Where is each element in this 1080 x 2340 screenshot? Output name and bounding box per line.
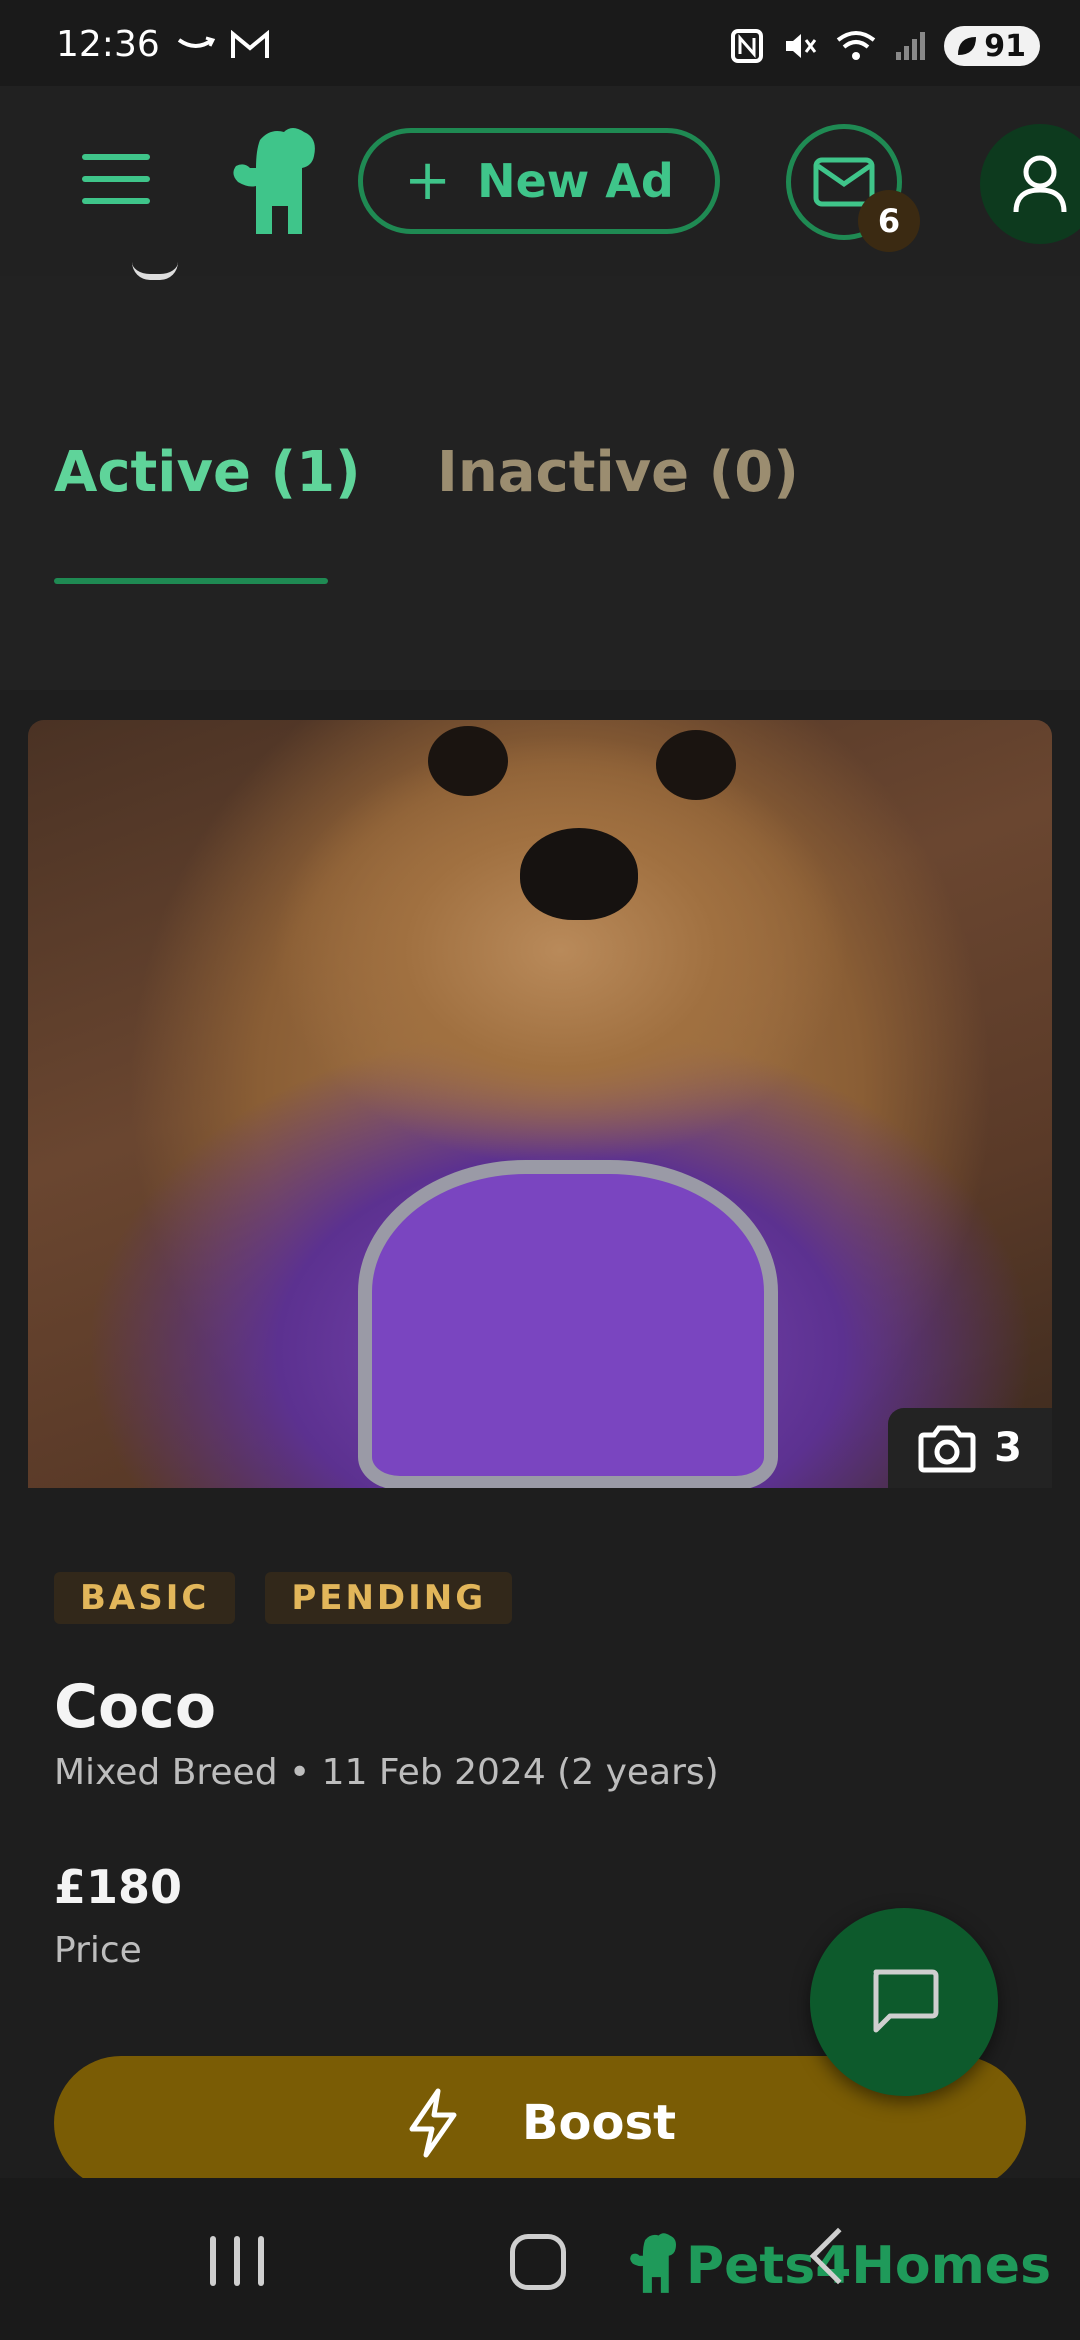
new-ad-label: New Ad [477, 154, 674, 208]
listing-badges: BASIC PENDING [54, 1572, 513, 1624]
pet-name[interactable]: Coco [54, 1672, 216, 1742]
recent-apps-icon-line [258, 2236, 264, 2286]
amazon-icon [177, 36, 216, 48]
battery-leaf-icon [958, 37, 977, 55]
system-nav-bar: Pets4Homes [0, 2178, 1080, 2340]
badge-pending: PENDING [265, 1572, 513, 1624]
pet-photo-detail [428, 726, 508, 796]
listing-photo[interactable]: 3 [28, 720, 1052, 1488]
pet-details: Mixed Breed • 11 Feb 2024 (2 years) [54, 1752, 719, 1793]
nfc-icon [731, 29, 764, 63]
tab-active[interactable]: Active (1) [54, 440, 361, 505]
menu-button[interactable] [82, 154, 162, 214]
recent-apps-icon-line [210, 2236, 216, 2286]
user-icon [1013, 155, 1067, 213]
status-system-icons: 91 [730, 26, 1040, 66]
signal-icon [896, 32, 926, 60]
mute-icon [786, 34, 817, 58]
scrolled-content-fragment [132, 262, 178, 280]
chat-button[interactable] [810, 1908, 998, 2096]
status-notification-icons [176, 30, 270, 60]
tab-inactive[interactable]: Inactive (0) [437, 440, 799, 505]
status-time: 12:36 [56, 24, 160, 65]
camera-icon [918, 1425, 976, 1473]
pet-photo-detail [358, 1160, 778, 1488]
badge-basic: BASIC [54, 1572, 236, 1624]
status-bar: 12:36 91 [0, 0, 1080, 86]
photo-count-indicator: 3 [888, 1408, 1052, 1488]
recent-apps-button[interactable] [210, 2236, 264, 2286]
recent-apps-icon-line [234, 2236, 240, 2286]
wifi-icon [837, 31, 876, 60]
new-ad-button[interactable]: + New Ad [358, 128, 720, 234]
profile-button[interactable] [980, 124, 1080, 244]
gmail-icon [231, 30, 269, 58]
pet-photo-detail [656, 730, 736, 800]
hamburger-icon-line [82, 154, 150, 160]
boost-label: Boost [521, 2095, 677, 2151]
messages-count-badge: 6 [858, 190, 920, 252]
lightning-icon [409, 2088, 457, 2158]
photo-count: 3 [994, 1425, 1022, 1471]
battery-level: 91 [984, 28, 1026, 64]
active-tab-indicator [54, 578, 328, 584]
price-label: Price [54, 1930, 142, 1971]
home-button[interactable] [510, 2234, 566, 2290]
hamburger-icon-line [82, 198, 150, 204]
battery-indicator: 91 [944, 26, 1040, 66]
app-header: + New Ad 6 [0, 86, 1080, 276]
ads-tabs: Active (1) Inactive (0) [0, 440, 1080, 590]
hamburger-icon-line [82, 176, 150, 182]
plus-icon: + [404, 148, 452, 213]
price-value: £180 [54, 1860, 183, 1914]
pets4homes-watermark-icon [630, 2233, 676, 2293]
chat-bubble-icon [873, 1969, 939, 2033]
pets4homes-logo-icon[interactable] [226, 126, 322, 236]
pet-photo-detail [520, 828, 638, 920]
watermark-text: Pets4Homes [686, 2236, 1052, 2296]
